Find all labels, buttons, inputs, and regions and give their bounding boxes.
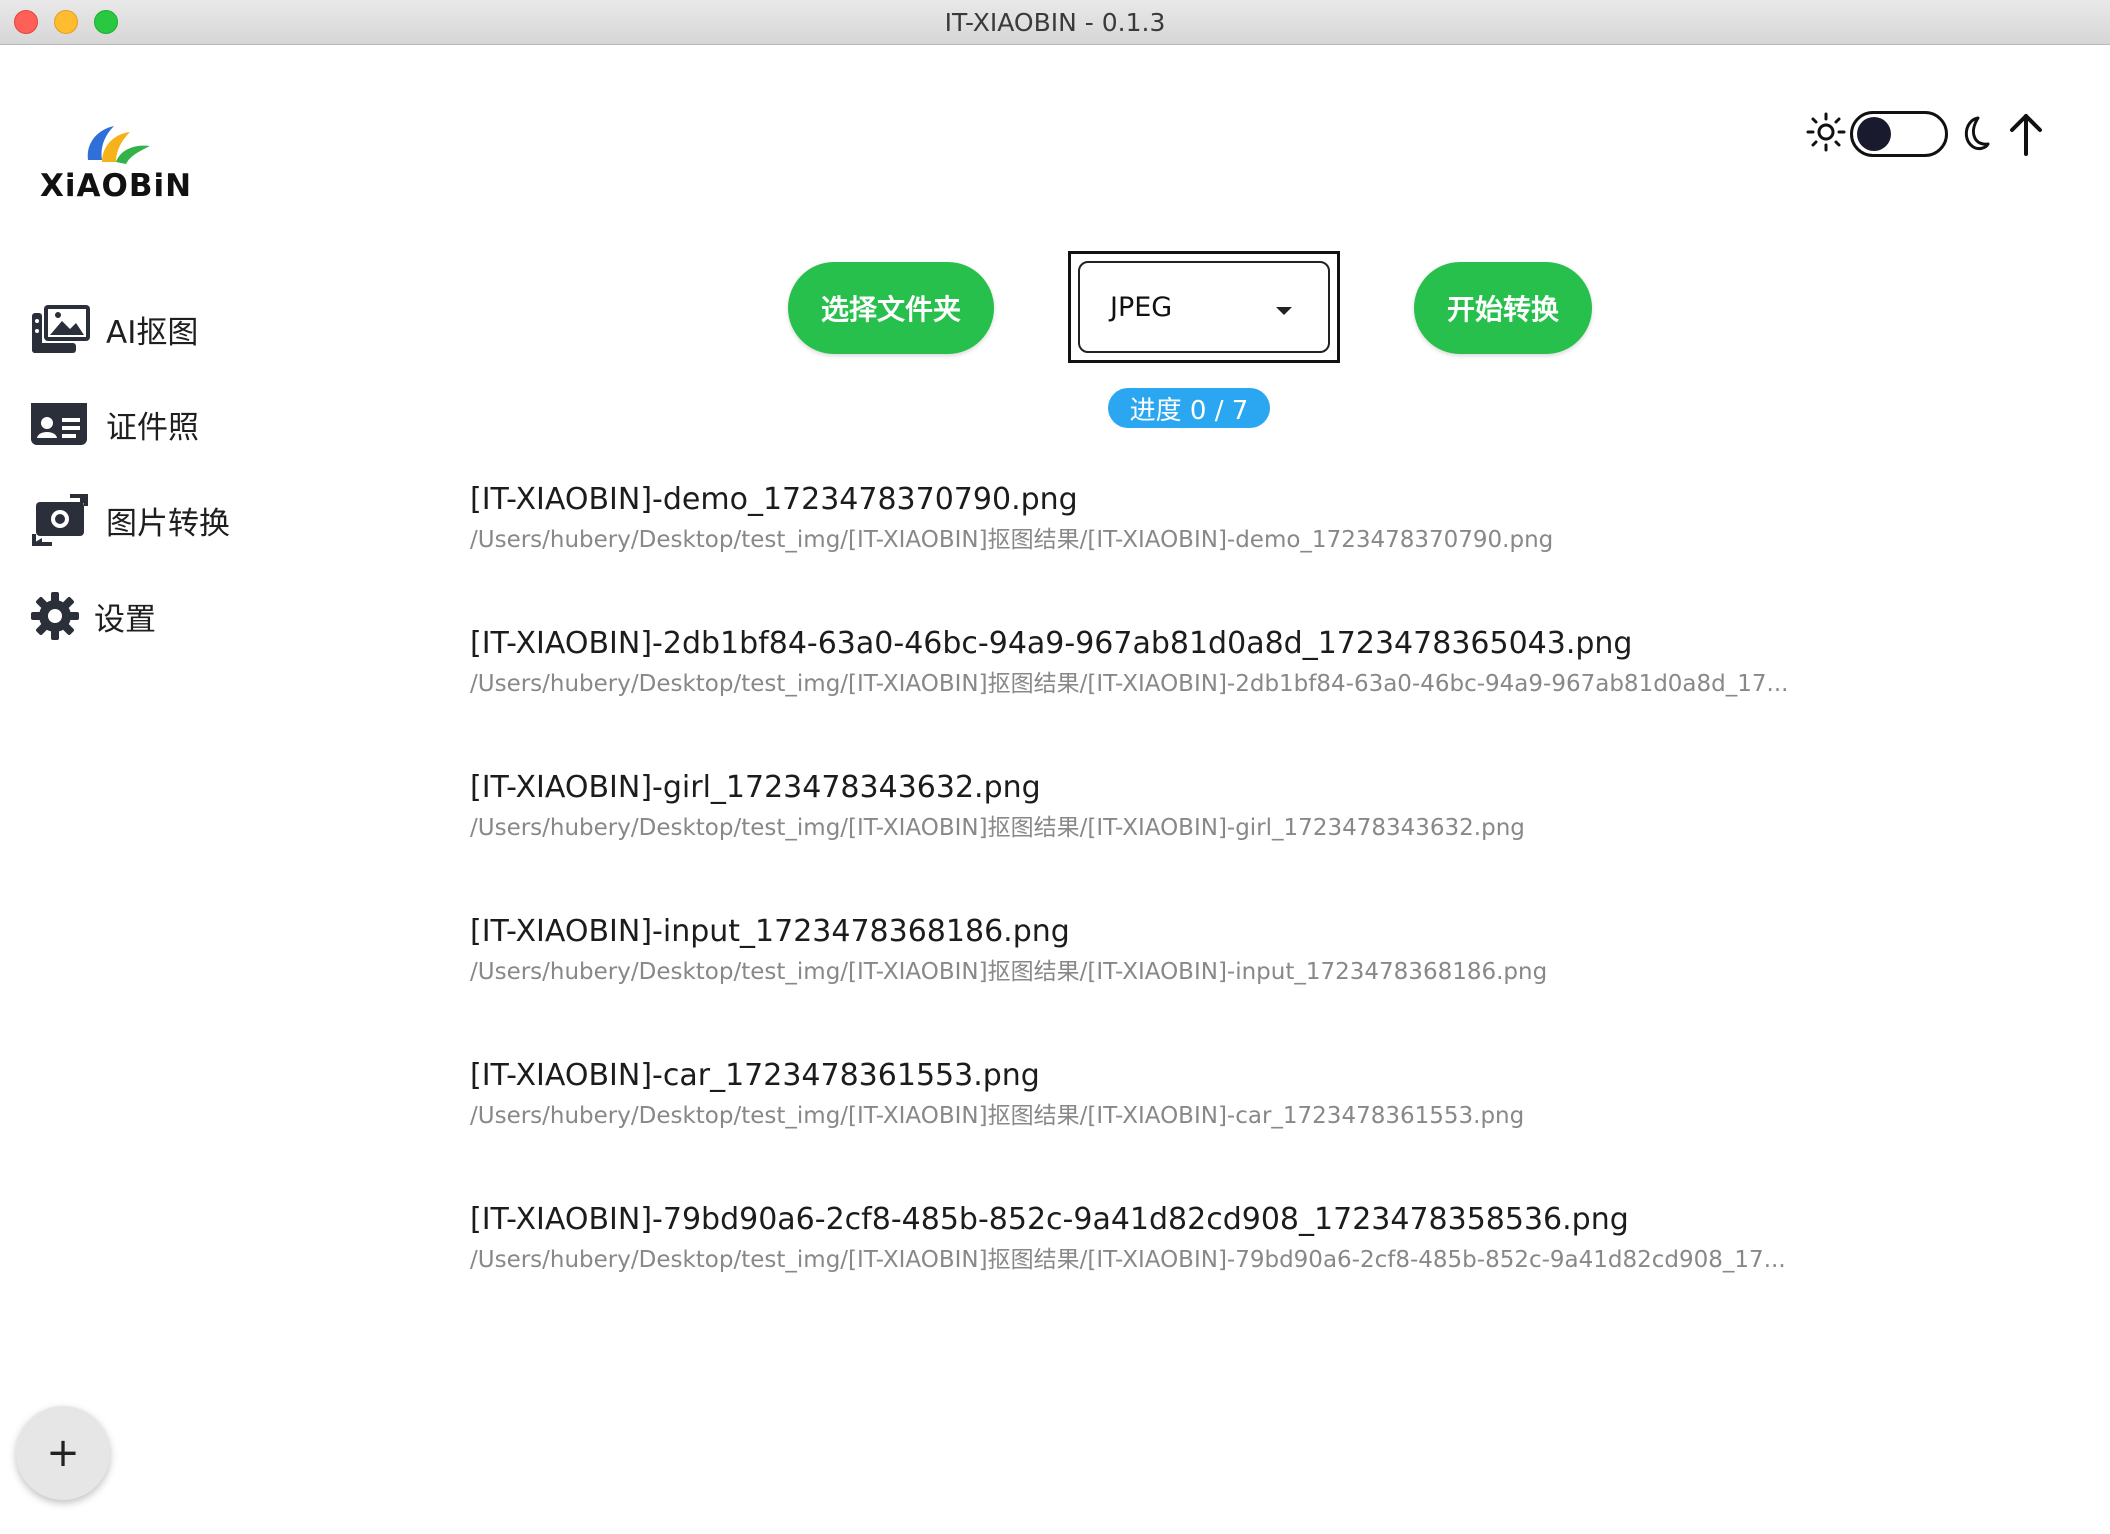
list-item[interactable]: [IT-XIAOBIN]-input_1723478368186.png /Us… (470, 910, 1830, 1054)
file-path: /Users/hubery/Desktop/test_img/[IT-XIAOB… (470, 959, 1548, 985)
file-path: /Users/hubery/Desktop/test_img/[IT-XIAOB… (470, 1103, 1525, 1129)
sidebar-item-ai-cutout[interactable]: AI抠图 (30, 299, 198, 359)
list-item[interactable]: [IT-XIAOBIN]-demo_1723478370790.png /Use… (470, 478, 1830, 622)
file-path: /Users/hubery/Desktop/test_img/[IT-XIAOB… (470, 671, 1789, 697)
id-card-icon (30, 396, 94, 452)
window-title: IT-XIAOBIN - 0.1.3 (944, 8, 1166, 37)
sidebar-item-label: 图片转换 (106, 505, 230, 542)
image-convert-icon (30, 492, 94, 548)
chevron-down-icon (1276, 307, 1292, 315)
file-name: [IT-XIAOBIN]-girl_1723478343632.png (470, 770, 1041, 805)
window-titlebar: IT-XIAOBIN - 0.1.3 (0, 0, 2110, 45)
format-select-value: JPEG (1110, 291, 1173, 323)
file-path: /Users/hubery/Desktop/test_img/[IT-XIAOB… (470, 815, 1525, 841)
theme-toggle[interactable] (1806, 106, 1990, 162)
sidebar-item-label: AI抠图 (106, 314, 199, 351)
gear-icon (30, 588, 82, 644)
list-item[interactable]: [IT-XIAOBIN]-79bd90a6-2cf8-485b-852c-9a4… (470, 1198, 1830, 1342)
file-name: [IT-XIAOBIN]-demo_1723478370790.png (470, 482, 1078, 517)
start-convert-button[interactable]: 开始转换 (1414, 262, 1592, 354)
file-name: [IT-XIAOBIN]-car_1723478361553.png (470, 1058, 1040, 1093)
sidebar-item-id-photo[interactable]: 证件照 (30, 394, 199, 454)
moon-icon (1964, 116, 1990, 151)
sidebar-item-label: 设置 (94, 601, 156, 638)
file-path: /Users/hubery/Desktop/test_img/[IT-XIAOB… (470, 1247, 1786, 1273)
file-name: [IT-XIAOBIN]-2db1bf84-63a0-46bc-94a9-967… (470, 626, 1633, 661)
logo-text: XiAOBiN (40, 168, 193, 204)
sun-icon (1806, 112, 1846, 152)
sidebar-item-image-convert[interactable]: 图片转换 (30, 490, 230, 550)
image-gallery-icon (30, 301, 94, 357)
format-select-field[interactable]: JPEG (1078, 261, 1330, 353)
file-list[interactable]: [IT-XIAOBIN]-demo_1723478370790.png /Use… (470, 478, 1830, 1356)
add-button[interactable]: + (16, 1406, 110, 1500)
sidebar-item-label: 证件照 (106, 409, 199, 446)
list-item[interactable]: [IT-XIAOBIN]-2db1bf84-63a0-46bc-94a9-967… (470, 622, 1830, 766)
sidebar-item-settings[interactable]: 设置 (30, 586, 156, 646)
arrow-up-icon[interactable] (2006, 110, 2046, 158)
file-path: /Users/hubery/Desktop/test_img/[IT-XIAOB… (470, 527, 1554, 553)
theme-switch[interactable] (1850, 111, 1948, 157)
file-name: [IT-XIAOBIN]-79bd90a6-2cf8-485b-852c-9a4… (470, 1202, 1629, 1237)
theme-switch-knob (1857, 117, 1891, 151)
list-item[interactable]: [IT-XIAOBIN]-girl_1723478343632.png /Use… (470, 766, 1830, 910)
progress-badge: 进度 0 / 7 (1108, 388, 1270, 428)
list-item[interactable]: [IT-XIAOBIN]-car_1723478361553.png /User… (470, 1054, 1830, 1198)
format-select[interactable]: JPEG (1068, 251, 1340, 363)
select-folder-button[interactable]: 选择文件夹 (788, 262, 994, 354)
file-name: [IT-XIAOBIN]-input_1723478368186.png (470, 914, 1070, 949)
